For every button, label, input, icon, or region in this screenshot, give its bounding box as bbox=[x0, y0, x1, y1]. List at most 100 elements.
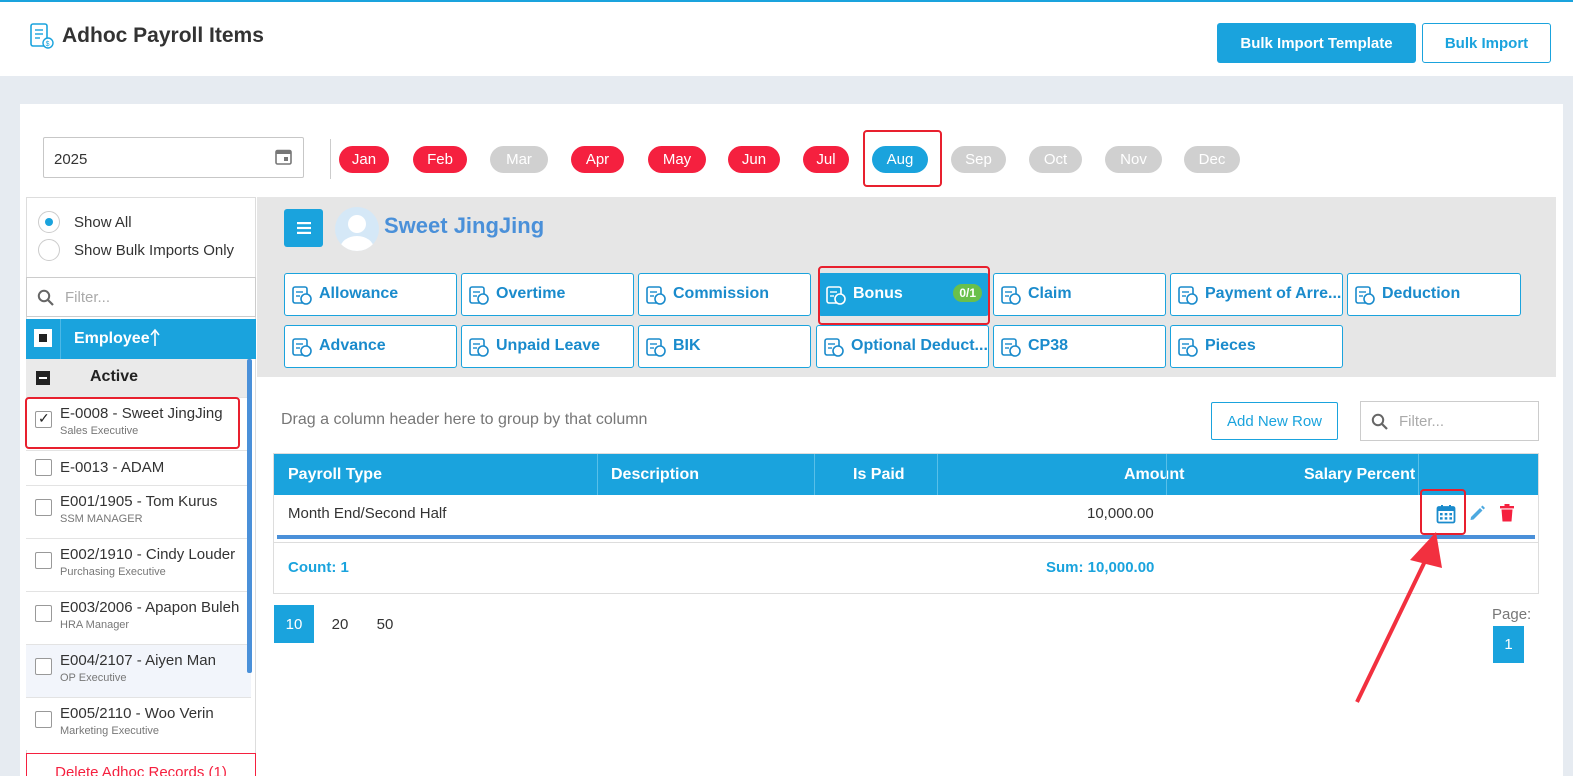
page-size-20[interactable]: 20 bbox=[320, 605, 360, 643]
employee-checkbox[interactable] bbox=[35, 552, 52, 569]
tab-label: Optional Deduct... bbox=[851, 337, 988, 354]
delete-adhoc-records-button[interactable]: Delete Adhoc Records (1) bbox=[26, 753, 256, 776]
edit-icon[interactable] bbox=[1468, 504, 1486, 522]
add-new-row-button[interactable]: Add New Row bbox=[1211, 402, 1338, 440]
tab-pieces[interactable]: Pieces bbox=[1170, 325, 1343, 368]
grid-filter-placeholder: Filter... bbox=[1399, 413, 1445, 430]
tab-claim[interactable]: Claim bbox=[993, 273, 1166, 316]
tab-optional-deduct[interactable]: Optional Deduct... bbox=[816, 325, 989, 368]
tab-label: Allowance bbox=[319, 285, 399, 302]
bik-icon bbox=[646, 338, 666, 357]
month-mar[interactable]: Mar bbox=[490, 146, 548, 173]
column-salary-percent[interactable]: Salary Percent bbox=[1304, 466, 1415, 484]
employee-name: E004/2107 - Aiyen Man bbox=[60, 652, 216, 669]
claim-icon bbox=[1001, 286, 1021, 305]
divider bbox=[330, 139, 331, 179]
tab-label: Commission bbox=[673, 285, 770, 302]
page-size-10[interactable]: 10 bbox=[274, 605, 314, 643]
optional-deduction-icon bbox=[824, 338, 844, 357]
employee-role: HRA Manager bbox=[60, 619, 130, 631]
cp38-icon bbox=[1001, 338, 1021, 357]
collapse-icon[interactable] bbox=[36, 371, 50, 385]
tab-label: Overtime bbox=[496, 285, 566, 302]
column-is-paid[interactable]: Is Paid bbox=[853, 466, 905, 484]
employee-row[interactable]: E004/2107 - Aiyen Man OP Executive bbox=[26, 644, 251, 697]
employee-row[interactable]: E-0013 - ADAM bbox=[26, 450, 251, 485]
employee-role: SSM MANAGER bbox=[60, 513, 143, 525]
column-payroll-type[interactable]: Payroll Type bbox=[288, 466, 382, 484]
tab-payment-of-arre[interactable]: Payment of Arre... bbox=[1170, 273, 1343, 316]
employee-checkbox[interactable] bbox=[35, 711, 52, 728]
employee-name: E005/2110 - Woo Verin bbox=[60, 705, 214, 722]
month-dec[interactable]: Dec bbox=[1184, 146, 1240, 173]
employee-filter-placeholder: Filter... bbox=[65, 289, 111, 306]
month-nov[interactable]: Nov bbox=[1105, 146, 1162, 173]
employee-role: OP Executive bbox=[60, 672, 127, 684]
month-jun[interactable]: Jun bbox=[728, 146, 780, 173]
tab-cp38[interactable]: CP38 bbox=[993, 325, 1166, 368]
column-amount[interactable]: Amount bbox=[1124, 466, 1184, 484]
deduction-icon bbox=[1355, 286, 1375, 305]
month-oct[interactable]: Oct bbox=[1029, 146, 1082, 173]
scrollbar[interactable] bbox=[247, 359, 252, 673]
employee-checkbox[interactable] bbox=[35, 658, 52, 675]
employee-column-header[interactable]: Employee bbox=[26, 319, 256, 359]
employee-row[interactable]: E001/1905 - Tom Kurus SSM MANAGER bbox=[26, 485, 251, 538]
commission-icon bbox=[646, 286, 666, 305]
tab-advance[interactable]: Advance bbox=[284, 325, 457, 368]
hamburger-icon bbox=[296, 222, 311, 234]
employee-header-label: Employee bbox=[74, 330, 150, 347]
avatar bbox=[335, 207, 379, 251]
show-all-label: Show All bbox=[74, 214, 132, 231]
grid-filter-input[interactable]: Filter... bbox=[1360, 401, 1539, 441]
tab-overtime[interactable]: Overtime bbox=[461, 273, 634, 316]
sort-ascending-icon bbox=[150, 328, 160, 346]
month-jan[interactable]: Jan bbox=[339, 146, 389, 173]
tab-commission[interactable]: Commission bbox=[638, 273, 811, 316]
page-label: Page: bbox=[1492, 606, 1532, 623]
tab-label: Advance bbox=[319, 337, 386, 354]
menu-button[interactable] bbox=[284, 209, 323, 247]
payroll-list-icon: $ bbox=[30, 23, 54, 49]
page-number-button[interactable]: 1 bbox=[1493, 626, 1524, 663]
employee-checkbox[interactable] bbox=[35, 459, 52, 476]
column-divider bbox=[597, 454, 598, 495]
column-description[interactable]: Description bbox=[611, 466, 699, 484]
show-all-radio[interactable] bbox=[38, 211, 60, 233]
tab-unpaid-leave[interactable]: Unpaid Leave bbox=[461, 325, 634, 368]
tab-deduction[interactable]: Deduction bbox=[1347, 273, 1521, 316]
bulk-import-button[interactable]: Bulk Import bbox=[1422, 23, 1551, 63]
arrears-icon bbox=[1178, 286, 1198, 305]
advance-icon bbox=[292, 338, 312, 357]
employee-checkbox[interactable] bbox=[35, 499, 52, 516]
calendar-icon[interactable] bbox=[275, 148, 292, 165]
month-sep[interactable]: Sep bbox=[951, 146, 1006, 173]
month-may[interactable]: May bbox=[648, 146, 706, 173]
pieces-icon bbox=[1178, 338, 1198, 357]
tab-bik[interactable]: BIK bbox=[638, 325, 811, 368]
bulk-import-template-button[interactable]: Bulk Import Template bbox=[1217, 23, 1416, 63]
year-input[interactable]: 2025 bbox=[43, 137, 304, 178]
month-jul[interactable]: Jul bbox=[803, 146, 849, 173]
row-count: Count: 1 bbox=[288, 559, 349, 576]
select-all-checkbox[interactable] bbox=[34, 329, 52, 347]
tab-allowance[interactable]: Allowance bbox=[284, 273, 457, 316]
delete-icon[interactable] bbox=[1499, 504, 1515, 522]
month-apr[interactable]: Apr bbox=[571, 146, 624, 173]
show-bulk-radio[interactable] bbox=[38, 239, 60, 261]
employee-checkbox[interactable] bbox=[35, 605, 52, 622]
employee-row[interactable]: E003/2006 - Apapon Buleh HRA Manager bbox=[26, 591, 251, 644]
annotation-arrow bbox=[1355, 532, 1442, 703]
month-feb[interactable]: Feb bbox=[413, 146, 467, 173]
employee-filter-input[interactable]: Filter... bbox=[26, 277, 256, 317]
amount-sum: Sum: 10,000.00 bbox=[1046, 559, 1155, 576]
group-row-active[interactable]: Active bbox=[26, 359, 251, 397]
employee-row[interactable]: E005/2110 - Woo Verin Marketing Executive bbox=[26, 697, 251, 750]
overtime-icon bbox=[469, 286, 489, 305]
employee-row[interactable]: E002/1910 - Cindy Louder Purchasing Execu… bbox=[26, 538, 251, 591]
page-size-50[interactable]: 50 bbox=[365, 605, 405, 643]
tab-label: Deduction bbox=[1382, 285, 1461, 302]
unpaid-leave-icon bbox=[469, 338, 489, 357]
cell-payroll-type[interactable]: Month End/Second Half bbox=[288, 505, 446, 522]
cell-amount[interactable]: 10,000.00 bbox=[1087, 505, 1154, 522]
